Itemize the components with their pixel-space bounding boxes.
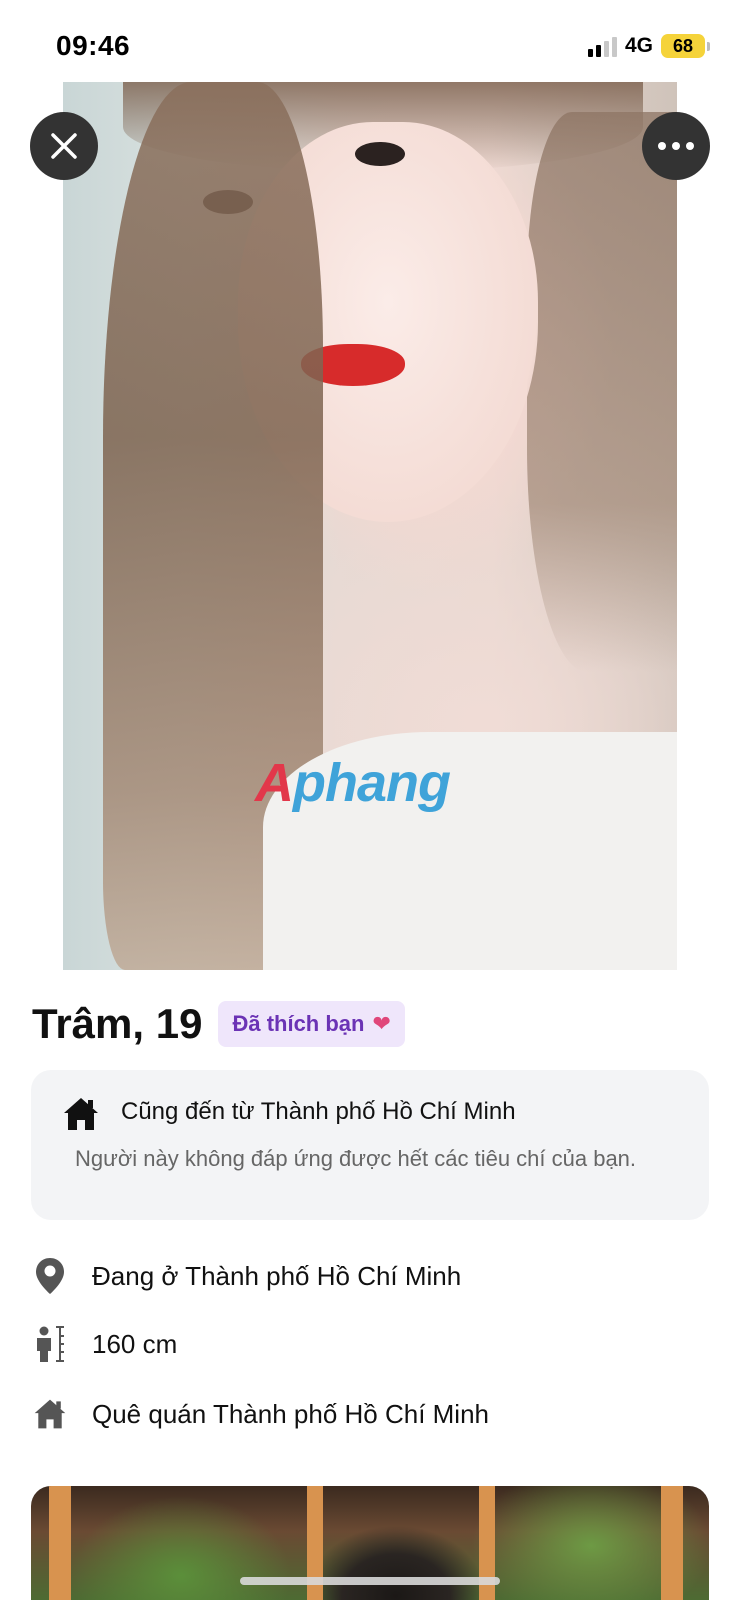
liked-you-badge: Đã thích bạn ❤: [218, 1001, 405, 1047]
detail-current-city: Đang ở Thành phố Hồ Chí Minh: [32, 1254, 461, 1298]
liked-badge-label: Đã thích bạn: [232, 1011, 365, 1036]
status-bar: 09:46 4G 68: [0, 0, 740, 84]
home-icon: [34, 1399, 66, 1429]
heart-icon: ❤: [372, 1011, 391, 1036]
profile-header: Trâm, 19 Đã thích bạn ❤: [32, 1000, 405, 1048]
signal-icon: [587, 35, 617, 57]
home-icon: [64, 1098, 98, 1130]
detail-hometown: Quê quán Thành phố Hồ Chí Minh: [32, 1392, 489, 1436]
detail-height: 160 cm: [32, 1322, 177, 1366]
close-button[interactable]: [30, 112, 98, 180]
status-indicators: 4G 68: [587, 34, 710, 58]
hometown-card-description: Người này không đáp ứng được hết các tiê…: [75, 1146, 637, 1171]
detail-text: Quê quán Thành phố Hồ Chí Minh: [92, 1398, 490, 1429]
status-time: 09:46: [56, 30, 131, 61]
more-options-button[interactable]: [642, 112, 710, 180]
battery-icon: 68: [661, 34, 710, 58]
home-indicator[interactable]: [240, 1577, 500, 1585]
battery-level: 68: [661, 34, 705, 58]
detail-text: Đang ở Thành phố Hồ Chí Minh: [92, 1260, 462, 1291]
height-icon: [37, 1326, 64, 1362]
profile-name-age: Trâm, 19: [32, 1000, 203, 1047]
location-pin-icon: [36, 1258, 64, 1294]
hometown-match-card: Cũng đến từ Thành phố Hồ Chí Minh Người …: [31, 1070, 709, 1220]
profile-photo[interactable]: Aphang: [63, 82, 677, 970]
close-icon: [51, 133, 77, 159]
more-icon: [658, 142, 694, 150]
hometown-card-title: Cũng đến từ Thành phố Hồ Chí Minh: [121, 1098, 516, 1125]
network-type: 4G: [624, 34, 653, 57]
watermark: Aphang: [255, 753, 451, 813]
detail-text: 160 cm: [92, 1328, 178, 1359]
